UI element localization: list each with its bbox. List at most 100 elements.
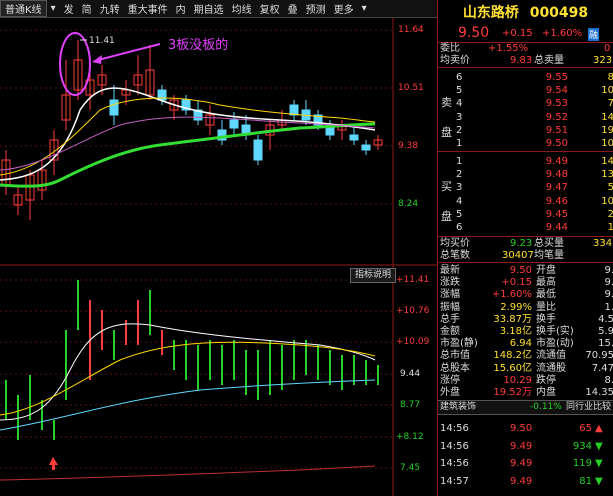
- tick-price: 9.49: [510, 458, 533, 469]
- sub-axis-tick: 8.77: [400, 400, 421, 410]
- sector-bar[interactable]: 建筑装饰 -0.11% 同行业比较: [438, 400, 613, 415]
- sub-axis-tick: 7.45: [400, 463, 421, 473]
- stat-value: 6.94: [509, 338, 532, 350]
- kline-chart-panel[interactable]: 普通K线 ▾ 发 简 九转 重大事件 内 期自选 均线 复权 叠 预测 更多 ▾…: [0, 0, 437, 496]
- avg-deal-label: 均笔量: [534, 250, 564, 261]
- buy-level-row: 2 9.48 13: [438, 168, 613, 181]
- stat-label: 涨跌: [440, 277, 460, 289]
- chart-canvas: 11.41 3板没板的: [0, 18, 437, 496]
- stat-label-2: 跌停: [536, 374, 556, 386]
- stat-label-2: 量比: [536, 301, 556, 313]
- price-tag-label: 11.41: [89, 36, 115, 46]
- sell-price: 9.54: [545, 85, 568, 97]
- stat-value: 3.18亿: [499, 326, 532, 337]
- stat-label: 振幅: [440, 301, 460, 313]
- sell-volume: 7: [607, 98, 613, 110]
- tick-volume: 81: [579, 475, 592, 487]
- stat-value: 19.52万: [493, 387, 532, 398]
- tick-price: 9.50: [510, 423, 533, 434]
- indicator-help-button[interactable]: 指标说明: [350, 268, 396, 283]
- stat-value-2: 9.: [604, 289, 613, 301]
- buy-price: 9.44: [545, 222, 568, 233]
- stat-value: 15.60亿: [493, 362, 532, 374]
- sell-level-row: 1 9.50 10: [438, 137, 613, 150]
- sell-volume: 19: [601, 124, 613, 136]
- stat-row: 总手 33.87万 换手 4.5: [438, 314, 613, 326]
- sell-level: 4: [456, 98, 463, 110]
- stat-label: 外盘: [440, 387, 460, 398]
- avg-buy-row: 均买价 9.23 总买量 334: [438, 238, 613, 250]
- stat-label-2: 最高: [536, 277, 556, 289]
- stat-label: 总股本: [440, 362, 470, 374]
- candle-body: [253, 139, 263, 161]
- stat-label-2: 流通值: [536, 350, 566, 362]
- price-change: +0.15: [502, 28, 533, 39]
- stat-row: 振幅 2.99% 量比 1.: [438, 302, 613, 314]
- main-axis-tick: 11.64: [398, 25, 424, 35]
- tick-volume: 119: [572, 458, 592, 469]
- buy-price: 9.49: [545, 156, 568, 167]
- avg-sell-row: 均卖价 9.83 总卖量 323: [438, 55, 613, 68]
- buy-volume: 14: [601, 156, 613, 167]
- sell-level: 6: [456, 72, 463, 83]
- buy-level: 6: [456, 222, 463, 233]
- stat-label: 金额: [440, 326, 460, 337]
- total-buy-value: 334: [593, 238, 613, 249]
- buy-level: 1: [456, 156, 463, 167]
- stat-value-2: 14.35: [585, 387, 613, 398]
- stat-value-2: 70.95: [585, 350, 613, 362]
- sell-volume: 8: [607, 72, 613, 83]
- main-axis-tick: 10.51: [398, 83, 424, 93]
- sell-level-row: 5 9.54 10: [438, 84, 613, 97]
- sell-price: 9.52: [545, 111, 568, 123]
- buy-volume: 10: [601, 195, 613, 207]
- arrow-head-icon: [92, 55, 102, 64]
- stat-label: 最新: [440, 265, 460, 276]
- sell-volume: 10: [601, 138, 613, 149]
- stat-value-2: 8.: [604, 374, 613, 386]
- tick-time: 14:56: [440, 458, 469, 469]
- total-deals-row: 总笔数 30407 均笔量: [438, 250, 613, 263]
- total-buy-label: 总买量: [534, 238, 564, 249]
- stat-label-2: 换手: [536, 313, 556, 325]
- tick-time: 14:57: [440, 475, 469, 487]
- total-deals-value: 30407: [502, 250, 534, 261]
- price-pct: +1.60%: [542, 28, 583, 39]
- buy-level-row: 6 9.44 1: [438, 221, 613, 234]
- sell-level-row: 6 9.55 8: [438, 71, 613, 84]
- total-deals-label: 总笔数: [440, 250, 470, 261]
- buy-level: 4: [456, 195, 463, 207]
- tick-time: 14:56: [440, 440, 469, 452]
- stat-row: 总股本 15.60亿 流通股 7.47: [438, 363, 613, 375]
- avg-buy-label: 均买价: [440, 238, 470, 249]
- stat-value-2: 5.9: [598, 326, 613, 337]
- stat-label: 涨幅: [440, 289, 460, 301]
- sub-axis-tick: +11.41: [396, 275, 430, 285]
- highlight-ellipse: [59, 32, 91, 96]
- stat-label-2: 流通股: [536, 362, 566, 374]
- peer-compare-link[interactable]: 同行业比较: [566, 401, 611, 414]
- arrow-up-icon: ▲: [595, 423, 603, 434]
- sell-price: 9.50: [545, 138, 568, 149]
- weibi-label: 委比: [440, 43, 460, 54]
- stat-label-2: 市盈(动): [536, 338, 574, 350]
- total-sell-label: 总卖量: [534, 55, 564, 66]
- buy-price: 9.46: [545, 195, 568, 207]
- stat-label: 总手: [440, 313, 460, 325]
- tick-row: 14:56 9.50 65 ▲: [438, 422, 613, 436]
- sell-side-label: 卖盘: [441, 96, 452, 139]
- sell-price: 9.55: [545, 72, 568, 83]
- stat-value: +0.15: [501, 277, 532, 289]
- sell-level-row: 4 9.53 7: [438, 97, 613, 110]
- arrow-down-icon: ▼: [595, 458, 603, 469]
- sell-level-row: 2 9.51 19: [438, 124, 613, 137]
- sector-name[interactable]: 建筑装饰: [440, 401, 476, 414]
- sub-axis-tick: +8.12: [396, 432, 424, 442]
- sell-price: 9.51: [545, 124, 568, 136]
- sub-axis-tick: +10.09: [396, 337, 430, 347]
- stat-label-2: 内盘: [536, 387, 556, 398]
- stat-value-2: 15.: [598, 338, 613, 350]
- main-axis-tick: 8.24: [398, 199, 419, 209]
- sell-level: 2: [456, 124, 463, 136]
- tick-row: 14:56 9.49 119 ▼: [438, 457, 613, 471]
